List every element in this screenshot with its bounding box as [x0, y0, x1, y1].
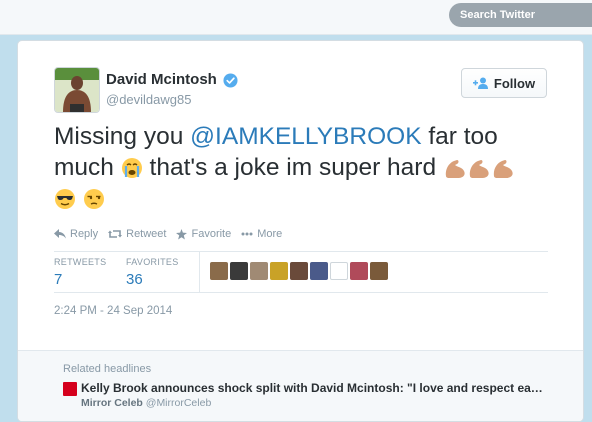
related-headline-link[interactable]: Kelly Brook announces shock split with D… — [81, 381, 546, 395]
author-handle[interactable]: @devildawg85 — [106, 92, 191, 107]
favoriter-avatar[interactable] — [350, 262, 368, 280]
follow-button[interactable]: Follow — [461, 68, 547, 98]
retweets-stat[interactable]: RETWEETS 7 — [54, 257, 106, 288]
favoriter-avatar[interactable] — [250, 262, 268, 280]
stats-vertical-divider — [199, 252, 200, 292]
source-name: Mirror Celeb — [81, 397, 143, 409]
favorite-button[interactable]: Favorite — [176, 228, 231, 240]
retweet-button[interactable]: Retweet — [108, 228, 166, 240]
follow-button-label: Follow — [493, 75, 536, 91]
tweet-text-part3: that's a joke im super hard — [142, 154, 443, 181]
sunglasses-face-emoji-icon — [55, 189, 75, 209]
unamused-face-emoji-icon — [83, 189, 104, 209]
favoriter-avatar[interactable] — [210, 262, 228, 280]
reply-label: Reply — [70, 228, 99, 240]
related-headlines: Related headlines Kelly Brook announces … — [18, 350, 583, 421]
tweet-actions: Reply Retweet Favorite More — [54, 228, 282, 240]
reply-button[interactable]: Reply — [54, 228, 98, 240]
favorite-label: Favorite — [191, 228, 232, 240]
favoriter-avatar[interactable] — [290, 262, 308, 280]
source-handle: @MirrorCeleb — [145, 397, 212, 409]
crying-face-emoji-icon — [121, 158, 142, 178]
favorites-stat[interactable]: FAVORITES 36 — [126, 257, 179, 288]
author-name[interactable]: David Mcintosh — [106, 71, 217, 88]
mirror-logo-icon — [63, 382, 77, 396]
favorites-label: FAVORITES — [126, 257, 179, 267]
retweets-label: RETWEETS — [54, 257, 107, 267]
favoriters-avatars — [210, 262, 388, 280]
add-user-icon — [472, 77, 488, 89]
retweet-label: Retweet — [126, 228, 167, 240]
tweet-timestamp[interactable]: 2:24 PM - 24 Sep 2014 — [54, 305, 172, 317]
more-button[interactable]: More — [241, 228, 282, 240]
search-input[interactable]: Search Twitter — [449, 3, 592, 27]
verified-badge-icon — [223, 73, 238, 88]
retweets-count: 7 — [54, 271, 63, 288]
retweet-icon — [108, 230, 123, 238]
more-label: More — [257, 228, 283, 240]
favoriter-avatar[interactable] — [370, 262, 388, 280]
tweet-text-part1: Missing you — [54, 123, 191, 150]
mention-link[interactable]: @IAMKELLYBROOK — [190, 123, 421, 150]
favoriter-avatar[interactable] — [310, 262, 328, 280]
stats-divider-bottom — [54, 292, 548, 293]
flexed-biceps-emoji-icon — [445, 160, 465, 178]
ellipsis-icon — [241, 232, 253, 236]
flexed-biceps-emoji-icon — [469, 160, 489, 178]
tweet-card: David Mcintosh @devildawg85 Follow Missi… — [17, 40, 584, 422]
top-navigation-bar: Search Twitter — [0, 0, 592, 35]
favorites-count: 36 — [126, 271, 143, 288]
tweet-text: Missing you @IAMKELLYBROOK far too much … — [54, 121, 554, 214]
star-icon — [176, 228, 188, 240]
stats-divider-top — [54, 251, 548, 252]
favoriter-avatar[interactable] — [230, 262, 248, 280]
related-headlines-title: Related headlines — [63, 363, 152, 375]
reply-icon — [54, 229, 66, 239]
author-avatar[interactable] — [54, 67, 100, 113]
favoriter-avatar[interactable] — [270, 262, 288, 280]
headline-source[interactable]: Mirror Celeb @MirrorCeleb — [81, 397, 211, 409]
favoriter-avatar[interactable] — [330, 262, 348, 280]
flexed-biceps-emoji-icon — [493, 160, 513, 178]
